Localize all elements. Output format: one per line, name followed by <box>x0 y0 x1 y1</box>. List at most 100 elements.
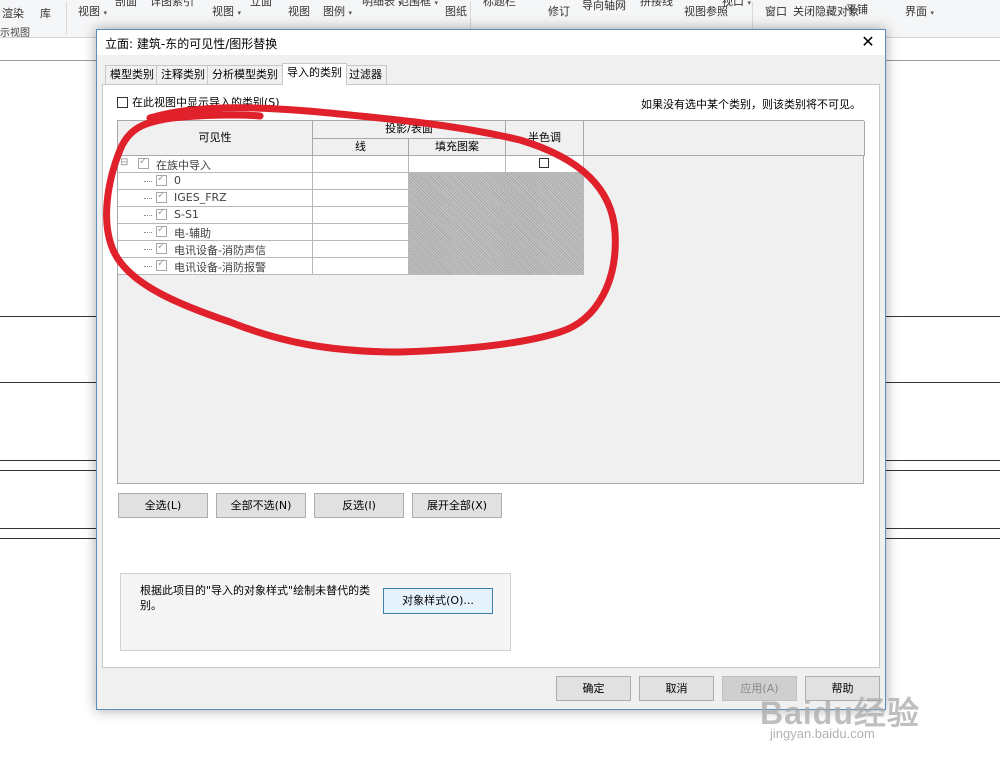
dialog-titlebar[interactable]: 立面: 建筑-东的可见性/图形替换 ✕ <box>97 30 885 55</box>
ribbon-item-render[interactable]: 渲染 <box>2 8 24 20</box>
col-halftone-header[interactable]: 半色调 <box>506 121 584 156</box>
tab-model-categories[interactable]: 模型类别 <box>105 65 159 84</box>
canvas-line <box>886 470 1000 471</box>
ribbon-item-section[interactable]: 剖面 <box>115 0 137 8</box>
close-icon[interactable]: ✕ <box>857 31 879 53</box>
cancel-button[interactable]: 取消 <box>639 676 714 701</box>
row-checkbox[interactable] <box>156 258 167 271</box>
halftone-cell <box>506 173 584 190</box>
ribbon-item-titleblock[interactable]: 标题栏 <box>483 0 516 8</box>
row-checkbox[interactable] <box>156 207 167 220</box>
select-all-button[interactable]: 全选(L) <box>118 493 208 518</box>
halftone-cell <box>506 190 584 207</box>
table-row[interactable]: 电讯设备-消防声信 <box>118 241 313 258</box>
halftone-cell <box>506 258 584 275</box>
ribbon-item-ui[interactable]: 界面 ▾ <box>905 6 934 19</box>
fill-cell <box>409 207 506 224</box>
fill-cell <box>409 241 506 258</box>
table-row[interactable]: 电讯设备-消防报警 <box>118 258 313 275</box>
ribbon-item-matchline[interactable]: 拼接线 <box>640 0 673 8</box>
row-label: IGES_FRZ <box>174 191 227 204</box>
canvas-line <box>886 382 1000 383</box>
ribbon-item-viewport[interactable]: 视口 ▾ <box>722 0 751 9</box>
invert-selection-button[interactable]: 反选(I) <box>314 493 404 518</box>
object-styles-button[interactable]: 对象样式(O)... <box>383 588 493 614</box>
row-checkbox[interactable] <box>138 156 149 169</box>
row-checkbox[interactable] <box>156 241 167 254</box>
canvas-line <box>886 538 1000 539</box>
row-checkbox[interactable] <box>156 224 167 237</box>
ribbon-item-sheet[interactable]: 图纸 <box>445 6 467 18</box>
dialog-title: 立面: 建筑-东的可见性/图形替换 <box>105 37 278 51</box>
table-row[interactable]: IGES_FRZ <box>118 190 313 207</box>
line-cell[interactable] <box>313 241 409 258</box>
table-row-parent[interactable]: ⊟ 在族中导入 <box>118 156 313 173</box>
table-row[interactable]: 电-辅助 <box>118 224 313 241</box>
object-styles-note: 根据此项目的"导入的对象样式"绘制未替代的类别。 <box>140 584 371 612</box>
fill-cell <box>409 190 506 207</box>
col-visibility-header[interactable]: 可见性 <box>118 121 313 156</box>
col-line-header[interactable]: 线 <box>313 139 409 156</box>
select-none-button[interactable]: 全部不选(N) <box>216 493 306 518</box>
row-label: 0 <box>174 174 181 187</box>
ribbon-item-callout[interactable]: 详图索引 <box>150 0 194 8</box>
notice-text: 如果没有选中某个类别，则该类别将不可见。 <box>641 98 861 111</box>
line-cell[interactable] <box>313 207 409 224</box>
canvas-line <box>0 60 96 61</box>
ribbon-item-scopebox[interactable]: 范围框 ▾ <box>398 0 438 9</box>
row-label: 电-辅助 <box>174 227 211 240</box>
object-styles-group: 根据此项目的"导入的对象样式"绘制未替代的类别。 对象样式(O)... <box>120 573 511 651</box>
ok-button[interactable]: 确定 <box>556 676 631 701</box>
row-checkbox[interactable] <box>156 173 167 186</box>
show-imported-row[interactable]: 在此视图中显示导入的类别(S) <box>117 94 280 110</box>
row-label: 电讯设备-消防声信 <box>174 244 266 257</box>
tab-filters[interactable]: 过滤器 <box>344 65 387 84</box>
show-imported-checkbox[interactable] <box>117 96 128 108</box>
ribbon-item-elevation[interactable]: 立面 <box>250 0 272 8</box>
show-imported-label: 在此视图中显示导入的类别(S) <box>132 96 280 109</box>
line-cell[interactable] <box>313 156 409 173</box>
ribbon-item-guidegrid[interactable]: 导向轴网 <box>582 0 626 12</box>
collapse-icon[interactable]: ⊟ <box>120 157 128 168</box>
fill-cell <box>409 173 506 190</box>
ribbon-item-view3[interactable]: 视图 <box>288 6 310 18</box>
ribbon-item-window[interactable]: 窗口 <box>765 6 787 18</box>
canvas-line <box>0 316 96 317</box>
halftone-checkbox[interactable] <box>539 158 549 168</box>
table-row[interactable]: 0 <box>118 173 313 190</box>
ribbon-item-view[interactable]: 视图 ▾ <box>78 6 107 19</box>
canvas-line <box>886 528 1000 529</box>
col-fill-header[interactable]: 填充图案 <box>409 139 506 156</box>
line-cell[interactable] <box>313 173 409 190</box>
ribbon-item-tile[interactable]: 平铺 <box>846 4 868 16</box>
ribbon-item-view2[interactable]: 视图 ▾ <box>212 6 241 19</box>
row-checkbox[interactable] <box>156 190 167 203</box>
line-cell[interactable] <box>313 224 409 241</box>
ribbon-item-library[interactable]: 库 <box>40 8 51 20</box>
row-label: S-S1 <box>174 208 199 221</box>
watermark-url: jingyan.baidu.com <box>770 726 875 741</box>
category-grid: 可见性 投影/表面 线 填充图案 半色调 ⊟ 在族中导入 <box>117 120 865 484</box>
halftone-cell[interactable] <box>506 156 584 173</box>
fill-cell[interactable] <box>409 156 506 173</box>
canvas-line <box>0 528 96 529</box>
line-cell[interactable] <box>313 258 409 275</box>
tab-annotation-categories[interactable]: 注释类别 <box>156 65 210 84</box>
tab-imported-categories[interactable]: 导入的类别 <box>282 63 347 85</box>
table-row[interactable]: S-S1 <box>118 207 313 224</box>
canvas-line <box>0 538 96 539</box>
ribbon-separator <box>66 2 67 34</box>
halftone-cell <box>506 224 584 241</box>
expand-all-button[interactable]: 展开全部(X) <box>412 493 502 518</box>
canvas-line <box>886 460 1000 461</box>
fill-cell <box>409 258 506 275</box>
watermark: Baidu经验 jingyan.baidu.com <box>760 688 920 741</box>
visibility-graphics-dialog: 立面: 建筑-东的可见性/图形替换 ✕ 模型类别 注释类别 分析模型类别 导入的… <box>96 29 886 710</box>
line-cell[interactable] <box>313 190 409 207</box>
canvas-line <box>886 316 1000 317</box>
ribbon-item-legend[interactable]: 图例 ▾ <box>323 6 352 19</box>
tab-analytical-model-categories[interactable]: 分析模型类别 <box>207 65 283 84</box>
ribbon-group-label: 示视图 <box>0 28 30 39</box>
ribbon-item-schedule[interactable]: 明细表 ▾ <box>362 0 402 9</box>
ribbon-item-revision[interactable]: 修订 <box>548 6 570 18</box>
